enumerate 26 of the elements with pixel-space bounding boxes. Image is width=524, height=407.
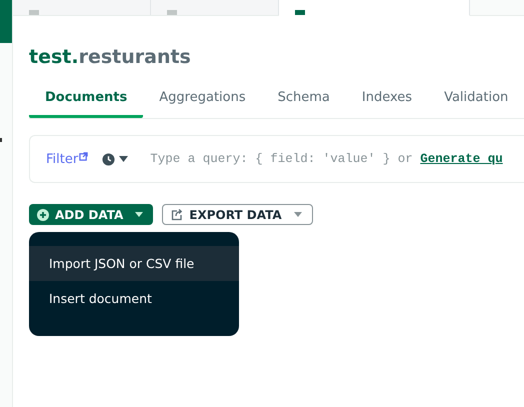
workspace-tab[interactable] [151,0,279,15]
export-icon [171,208,184,220]
clock-icon [102,152,116,166]
sidebar-accent [0,0,12,43]
tab[interactable]: Validation [428,90,524,118]
add-data-button[interactable]: ADD DATA [29,204,154,225]
workspace-tab[interactable] [13,0,151,15]
caret-icon [135,212,144,217]
history-button[interactable] [102,152,128,166]
workspace-tab[interactable] [279,0,470,16]
tab[interactable]: Indexes [346,90,428,118]
plus-icon [37,208,49,220]
tab[interactable]: Schema [262,90,346,118]
filter-link[interactable]: Filter [46,152,88,166]
caret-icon [294,212,302,217]
sidebar-mark [0,138,2,142]
query-placeholder[interactable]: Type a query: { field: 'value' } or Generate qu [150,152,503,166]
external-link-icon [79,152,88,160]
generate-query-link[interactable]: Generate qu [420,152,503,166]
menu-item[interactable]: Insert document [29,281,239,316]
tab[interactable]: Documents [29,90,144,118]
collection-title: test.resturants [29,46,192,68]
tab[interactable]: Aggregations [143,90,262,118]
menu-item[interactable]: Import JSON or CSV file [29,246,239,281]
caret-icon [119,156,128,162]
export-data-button[interactable]: EXPORT DATA [162,204,313,225]
